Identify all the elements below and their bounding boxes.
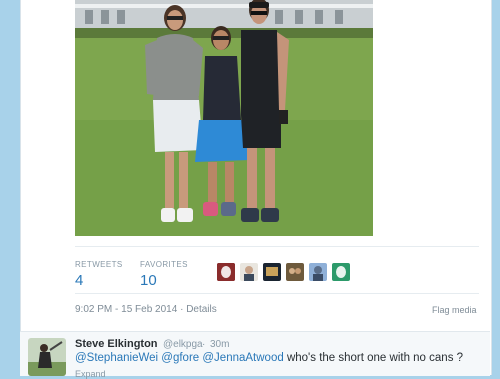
divider xyxy=(75,293,479,294)
expand-link[interactable]: Expand xyxy=(75,369,106,379)
mention-link[interactable]: @gfore xyxy=(161,352,199,364)
reply-time-separator: · xyxy=(202,339,206,350)
mention-link[interactable]: @JennaAtwood xyxy=(202,352,283,364)
reply-text: @StephanieWei @gfore @JennaAtwood who's … xyxy=(75,352,463,364)
reply-body-text: who's the short one with no cans ? xyxy=(286,352,464,364)
reply-timestamp[interactable]: 30m xyxy=(210,339,229,350)
golf-photo-image xyxy=(75,0,373,236)
favoriter-avatar-5[interactable] xyxy=(309,263,327,281)
tweet-meta: 9:02 PM - 15 Feb 2014 · Details xyxy=(75,304,217,315)
flag-media-link[interactable]: Flag media xyxy=(432,305,477,315)
tweet-photo[interactable] xyxy=(75,0,373,236)
details-link[interactable]: Details xyxy=(186,304,217,315)
reply-author-name[interactable]: Steve Elkington xyxy=(75,338,158,350)
favoriter-avatar-6[interactable] xyxy=(332,263,350,281)
tweet-timestamp[interactable]: 9:02 PM - 15 Feb 2014 xyxy=(75,304,177,315)
reply-avatar[interactable] xyxy=(28,338,66,376)
favoriter-avatar-3[interactable] xyxy=(263,263,281,281)
divider xyxy=(75,246,479,247)
retweets-label: RETWEETS xyxy=(75,260,123,269)
favorites-count[interactable]: 10 xyxy=(140,272,157,289)
favoriter-avatar-4[interactable] xyxy=(286,263,304,281)
mention-link[interactable]: @StephanieWei xyxy=(75,352,158,364)
favoriter-avatar-1[interactable] xyxy=(217,263,235,281)
retweets-count[interactable]: 4 xyxy=(75,272,83,289)
favorites-label: FAVORITES xyxy=(140,260,188,269)
favoriter-avatar-2[interactable] xyxy=(240,263,258,281)
reply-author-handle[interactable]: @elkpga xyxy=(163,339,203,350)
